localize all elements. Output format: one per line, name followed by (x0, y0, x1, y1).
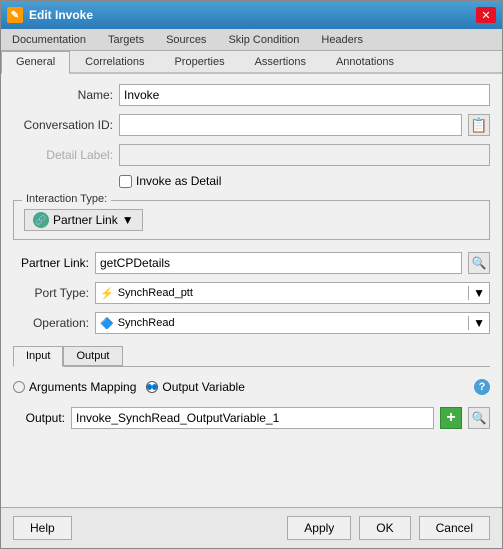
name-label: Name: (13, 88, 113, 102)
tab-skip-condition[interactable]: Skip Condition (217, 29, 310, 50)
interaction-type-label: Interaction Type: (22, 193, 111, 205)
help-circle-icon[interactable]: ? (474, 379, 490, 395)
apply-button[interactable]: Apply (287, 516, 351, 540)
detail-label-label: Detail Label: (13, 148, 113, 162)
interaction-type-group: Interaction Type: 🔗 Partner Link ▼ (13, 200, 490, 240)
add-output-button[interactable]: + (440, 407, 462, 429)
port-type-label: Port Type: (13, 286, 89, 300)
invoke-as-detail-checkbox[interactable] (119, 175, 132, 188)
partner-link-input[interactable] (95, 252, 462, 274)
radio-arguments-label: Arguments Mapping (29, 380, 136, 394)
tab-documentation[interactable]: Documentation (1, 29, 97, 50)
operation-arrow[interactable]: ▼ (468, 316, 485, 330)
ok-button[interactable]: OK (359, 516, 410, 540)
operation-value: SynchRead (118, 317, 464, 329)
radio-output-label: Output Variable (162, 380, 245, 394)
tab-input[interactable]: Input (13, 346, 63, 367)
output-label: Output: (13, 411, 65, 425)
output-input[interactable] (71, 407, 434, 429)
port-type-icon: ⚡ (100, 287, 114, 300)
detail-label-row: Detail Label: (13, 144, 490, 166)
conversation-input[interactable] (119, 114, 462, 136)
partner-link-button[interactable]: 🔗 Partner Link ▼ (24, 209, 143, 231)
radio-output-circle (146, 381, 158, 393)
tab-row-2: General Correlations Properties Assertio… (1, 51, 502, 74)
tab-general[interactable]: General (1, 51, 70, 74)
port-type-value: SynchRead_ptt (118, 287, 464, 299)
tab-row-1: Documentation Targets Sources Skip Condi… (1, 29, 502, 51)
partner-link-dropdown-icon[interactable]: ▼ (122, 213, 134, 227)
detail-label-input[interactable] (119, 144, 490, 166)
window-title: Edit Invoke (29, 8, 93, 22)
tab-assertions[interactable]: Assertions (240, 51, 321, 72)
tab-correlations[interactable]: Correlations (70, 51, 159, 72)
name-row: Name: (13, 84, 490, 106)
cancel-button[interactable]: Cancel (419, 516, 490, 540)
conversation-label: Conversation ID: (13, 118, 113, 132)
invoke-as-detail-row: Invoke as Detail (13, 174, 490, 188)
edit-invoke-window: ✎ Edit Invoke ✕ Documentation Targets So… (0, 0, 503, 549)
name-input[interactable] (119, 84, 490, 106)
tab-output[interactable]: Output (63, 346, 122, 366)
bottom-bar: Help Apply OK Cancel (1, 507, 502, 548)
partner-link-search-button[interactable]: 🔍 (468, 252, 490, 274)
partner-link-label: Partner Link: (13, 256, 89, 270)
port-type-arrow[interactable]: ▼ (468, 286, 485, 300)
partner-link-btn-label: Partner Link (53, 213, 118, 227)
invoke-as-detail-label: Invoke as Detail (136, 174, 221, 188)
titlebar: ✎ Edit Invoke ✕ (1, 1, 502, 29)
tab-headers[interactable]: Headers (310, 29, 374, 50)
title-icon: ✎ (7, 7, 23, 23)
tab-properties[interactable]: Properties (159, 51, 239, 72)
conversation-row: Conversation ID: 📋 (13, 114, 490, 136)
main-content: Name: Conversation ID: 📋 Detail Label: I… (1, 74, 502, 507)
partner-link-row: Partner Link: 🔍 (13, 252, 490, 274)
radio-row: Arguments Mapping Output Variable ? (13, 375, 490, 399)
port-type-field: ⚡ SynchRead_ptt ▼ (95, 282, 490, 304)
partner-link-icon: 🔗 (33, 212, 49, 228)
help-button[interactable]: Help (13, 516, 72, 540)
output-search-button[interactable]: 🔍 (468, 407, 490, 429)
operation-field: 🔷 SynchRead ▼ (95, 312, 490, 334)
operation-icon: 🔷 (100, 317, 114, 330)
close-button[interactable]: ✕ (476, 7, 496, 23)
port-type-row: Port Type: ⚡ SynchRead_ptt ▼ (13, 282, 490, 304)
radio-output-variable[interactable]: Output Variable (146, 380, 245, 394)
radio-arguments-circle (13, 381, 25, 393)
radio-arguments-mapping[interactable]: Arguments Mapping (13, 380, 136, 394)
tab-targets[interactable]: Targets (97, 29, 155, 50)
conversation-browse-button[interactable]: 📋 (468, 114, 490, 136)
tab-annotations[interactable]: Annotations (321, 51, 409, 72)
tab-sources[interactable]: Sources (155, 29, 217, 50)
operation-row: Operation: 🔷 SynchRead ▼ (13, 312, 490, 334)
input-output-tab-row: Input Output (13, 346, 490, 367)
output-row: Output: + 🔍 (13, 407, 490, 429)
operation-label: Operation: (13, 316, 89, 330)
